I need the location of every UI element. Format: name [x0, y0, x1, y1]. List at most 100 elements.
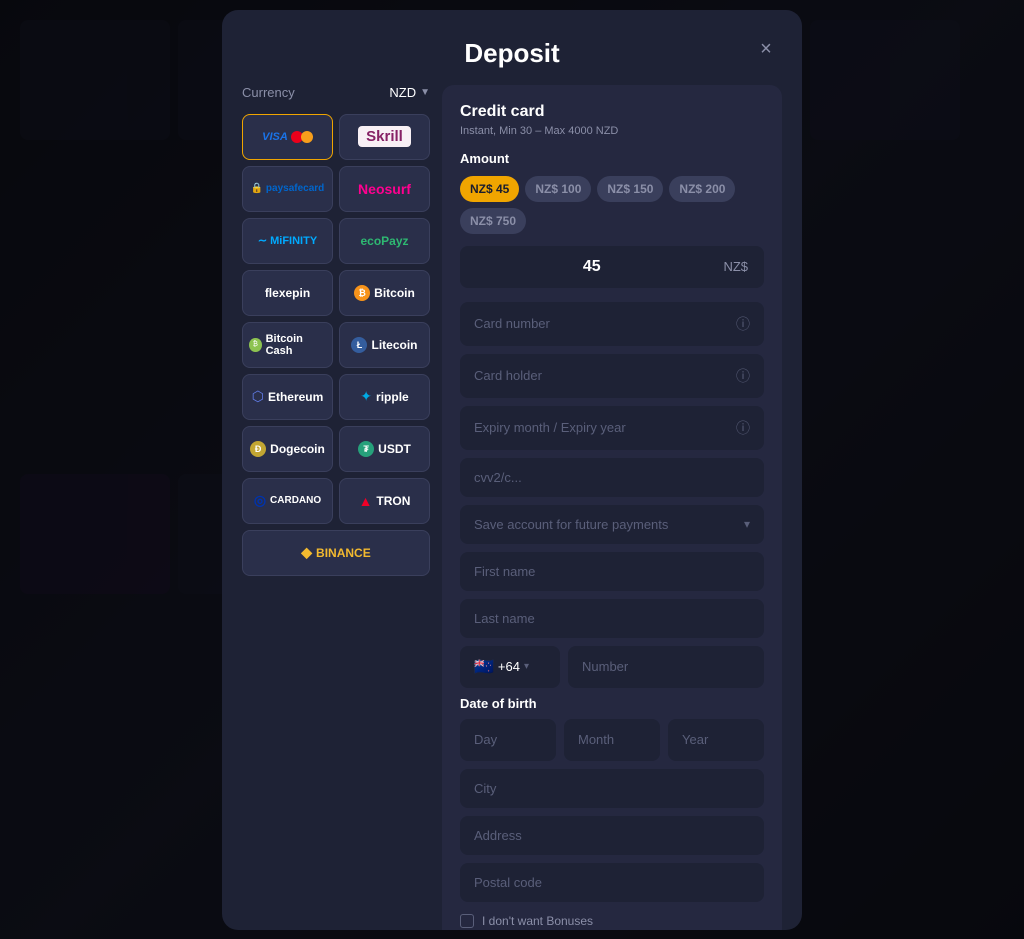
z-label: z: [403, 234, 409, 248]
payment-method-ripple[interactable]: ✦ ripple: [339, 374, 430, 420]
left-panel: Currency NZD ▼ VISA: [242, 85, 442, 930]
phone-flag: 🇳🇿: [474, 657, 494, 677]
cvv-field[interactable]: cvv2/c...: [460, 458, 764, 497]
save-account-text: Save account for future payments: [474, 517, 668, 532]
payment-method-skrill[interactable]: Skrill: [339, 114, 430, 160]
amount-label: Amount: [460, 151, 764, 166]
currency-label: Currency: [242, 85, 295, 100]
no-bonus-checkbox[interactable]: [460, 914, 474, 928]
phone-number-placeholder: Number: [582, 659, 628, 674]
card-number-placeholder: Card number: [474, 316, 550, 331]
currency-dropdown[interactable]: NZD ▼: [389, 85, 430, 100]
payment-method-paysafe[interactable]: 🔒 paysafecard: [242, 166, 333, 212]
usdt-icon: ₮: [358, 441, 374, 457]
payment-method-usdt[interactable]: ₮ USDT: [339, 426, 430, 472]
phone-caret-icon: ▾: [524, 661, 529, 672]
chip-200[interactable]: NZ$ 200: [669, 176, 735, 202]
payment-method-cardano[interactable]: ◎ CARDANO: [242, 478, 333, 524]
bitcoincash-label: Bitcoin Cash: [266, 333, 326, 357]
payment-method-tron[interactable]: ▲ TRON: [339, 478, 430, 524]
neosurf-label: Neosurf: [358, 181, 411, 197]
paysafe-label: 🔒 paysafecard: [251, 183, 325, 194]
ethereum-icon: ⬡: [252, 388, 264, 405]
flexepin-label: flexepin: [265, 286, 310, 300]
card-holder-field[interactable]: Card holder ⓘ: [460, 354, 764, 398]
cardano-label: CARDANO: [270, 495, 321, 506]
form-title: Credit card: [460, 103, 764, 121]
bitcoin-icon: ₿: [354, 285, 370, 301]
ethereum-label: Ethereum: [268, 390, 323, 404]
city-placeholder: City: [474, 781, 496, 796]
dob-year-placeholder: Year: [682, 732, 708, 747]
cardano-icon: ◎: [254, 492, 266, 509]
dob-row: Day Month Year: [460, 719, 764, 761]
amount-currency: NZ$: [723, 259, 764, 274]
payment-method-bitcoincash[interactable]: ₿ Bitcoin Cash: [242, 322, 333, 368]
currency-arrow-icon: ▼: [420, 87, 430, 98]
card-holder-placeholder: Card holder: [474, 368, 542, 383]
deposit-modal: Deposit × Currency NZD ▼: [222, 10, 802, 930]
right-panel: Credit card Instant, Min 30 – Max 4000 N…: [442, 85, 782, 930]
city-field[interactable]: City: [460, 769, 764, 808]
phone-country-selector[interactable]: 🇳🇿 +64 ▾: [460, 646, 560, 688]
binance-icon: ◆: [301, 544, 312, 561]
dob-day-placeholder: Day: [474, 732, 497, 747]
usdt-label: USDT: [378, 442, 411, 456]
chip-750[interactable]: NZ$ 750: [460, 208, 526, 234]
address-placeholder: Address: [474, 828, 522, 843]
payment-method-litecoin[interactable]: Ł Litecoin: [339, 322, 430, 368]
phone-number-field[interactable]: Number: [568, 646, 764, 688]
skrill-label: Skrill: [358, 126, 411, 147]
payment-methods-grid: VISA Skrill 🔒 paysafecard: [242, 114, 430, 576]
first-name-field[interactable]: First name: [460, 552, 764, 591]
expiry-field[interactable]: Expiry month / Expiry year ⓘ: [460, 406, 764, 450]
payment-method-mifinity[interactable]: ∼ MiFINITY: [242, 218, 333, 264]
card-number-field[interactable]: Card number ⓘ: [460, 302, 764, 346]
modal-body: Currency NZD ▼ VISA: [222, 85, 802, 930]
no-bonus-label: I don't want Bonuses: [482, 914, 593, 928]
card-holder-info-icon[interactable]: ⓘ: [736, 366, 750, 386]
chip-150[interactable]: NZ$ 150: [597, 176, 663, 202]
payment-method-flexepin[interactable]: flexepin: [242, 270, 333, 316]
first-name-placeholder: First name: [474, 564, 535, 579]
payment-method-bitcoin[interactable]: ₿ Bitcoin: [339, 270, 430, 316]
pay-label: Pay: [381, 234, 402, 248]
litecoin-label: Litecoin: [371, 338, 417, 352]
bitcoin-label: Bitcoin: [374, 286, 415, 300]
dob-label: Date of birth: [460, 696, 764, 711]
save-account-row[interactable]: Save account for future payments ▾: [460, 505, 764, 544]
dob-month-field[interactable]: Month: [564, 719, 660, 761]
dogecoin-icon: Ð: [250, 441, 266, 457]
address-field[interactable]: Address: [460, 816, 764, 855]
payment-method-neosurf[interactable]: Neosurf: [339, 166, 430, 212]
last-name-field[interactable]: Last name: [460, 599, 764, 638]
last-name-placeholder: Last name: [474, 611, 535, 626]
amount-input-row: NZ$: [460, 246, 764, 288]
phone-code: +64: [498, 659, 520, 674]
close-button[interactable]: ×: [750, 34, 782, 66]
dob-year-field[interactable]: Year: [668, 719, 764, 761]
amount-input[interactable]: [460, 246, 723, 288]
payment-method-ethereum[interactable]: ⬡ Ethereum: [242, 374, 333, 420]
chip-100[interactable]: NZ$ 100: [525, 176, 591, 202]
binance-label: BINANCE: [316, 546, 371, 560]
payment-method-card[interactable]: VISA: [242, 114, 333, 160]
dogecoin-label: Dogecoin: [270, 442, 325, 456]
postal-field[interactable]: Postal code: [460, 863, 764, 902]
bitcoincash-icon: ₿: [249, 338, 262, 352]
tron-icon: ▲: [359, 493, 373, 509]
litecoin-icon: Ł: [351, 337, 367, 353]
payment-method-ecopay[interactable]: ecoPayz: [339, 218, 430, 264]
mastercard-circle2-icon: [301, 131, 313, 143]
ripple-label: ripple: [376, 390, 409, 404]
eco-label: eco: [360, 234, 381, 248]
dob-day-field[interactable]: Day: [460, 719, 556, 761]
payment-method-binance[interactable]: ◆ BINANCE: [242, 530, 430, 576]
expiry-info-icon[interactable]: ⓘ: [736, 418, 750, 438]
card-number-info-icon[interactable]: ⓘ: [736, 314, 750, 334]
chip-45[interactable]: NZ$ 45: [460, 176, 519, 202]
ripple-icon: ✦: [360, 388, 372, 405]
cvv-placeholder: cvv2/c...: [474, 470, 522, 485]
payment-method-dogecoin[interactable]: Ð Dogecoin: [242, 426, 333, 472]
form-subtitle: Instant, Min 30 – Max 4000 NZD: [460, 125, 764, 137]
